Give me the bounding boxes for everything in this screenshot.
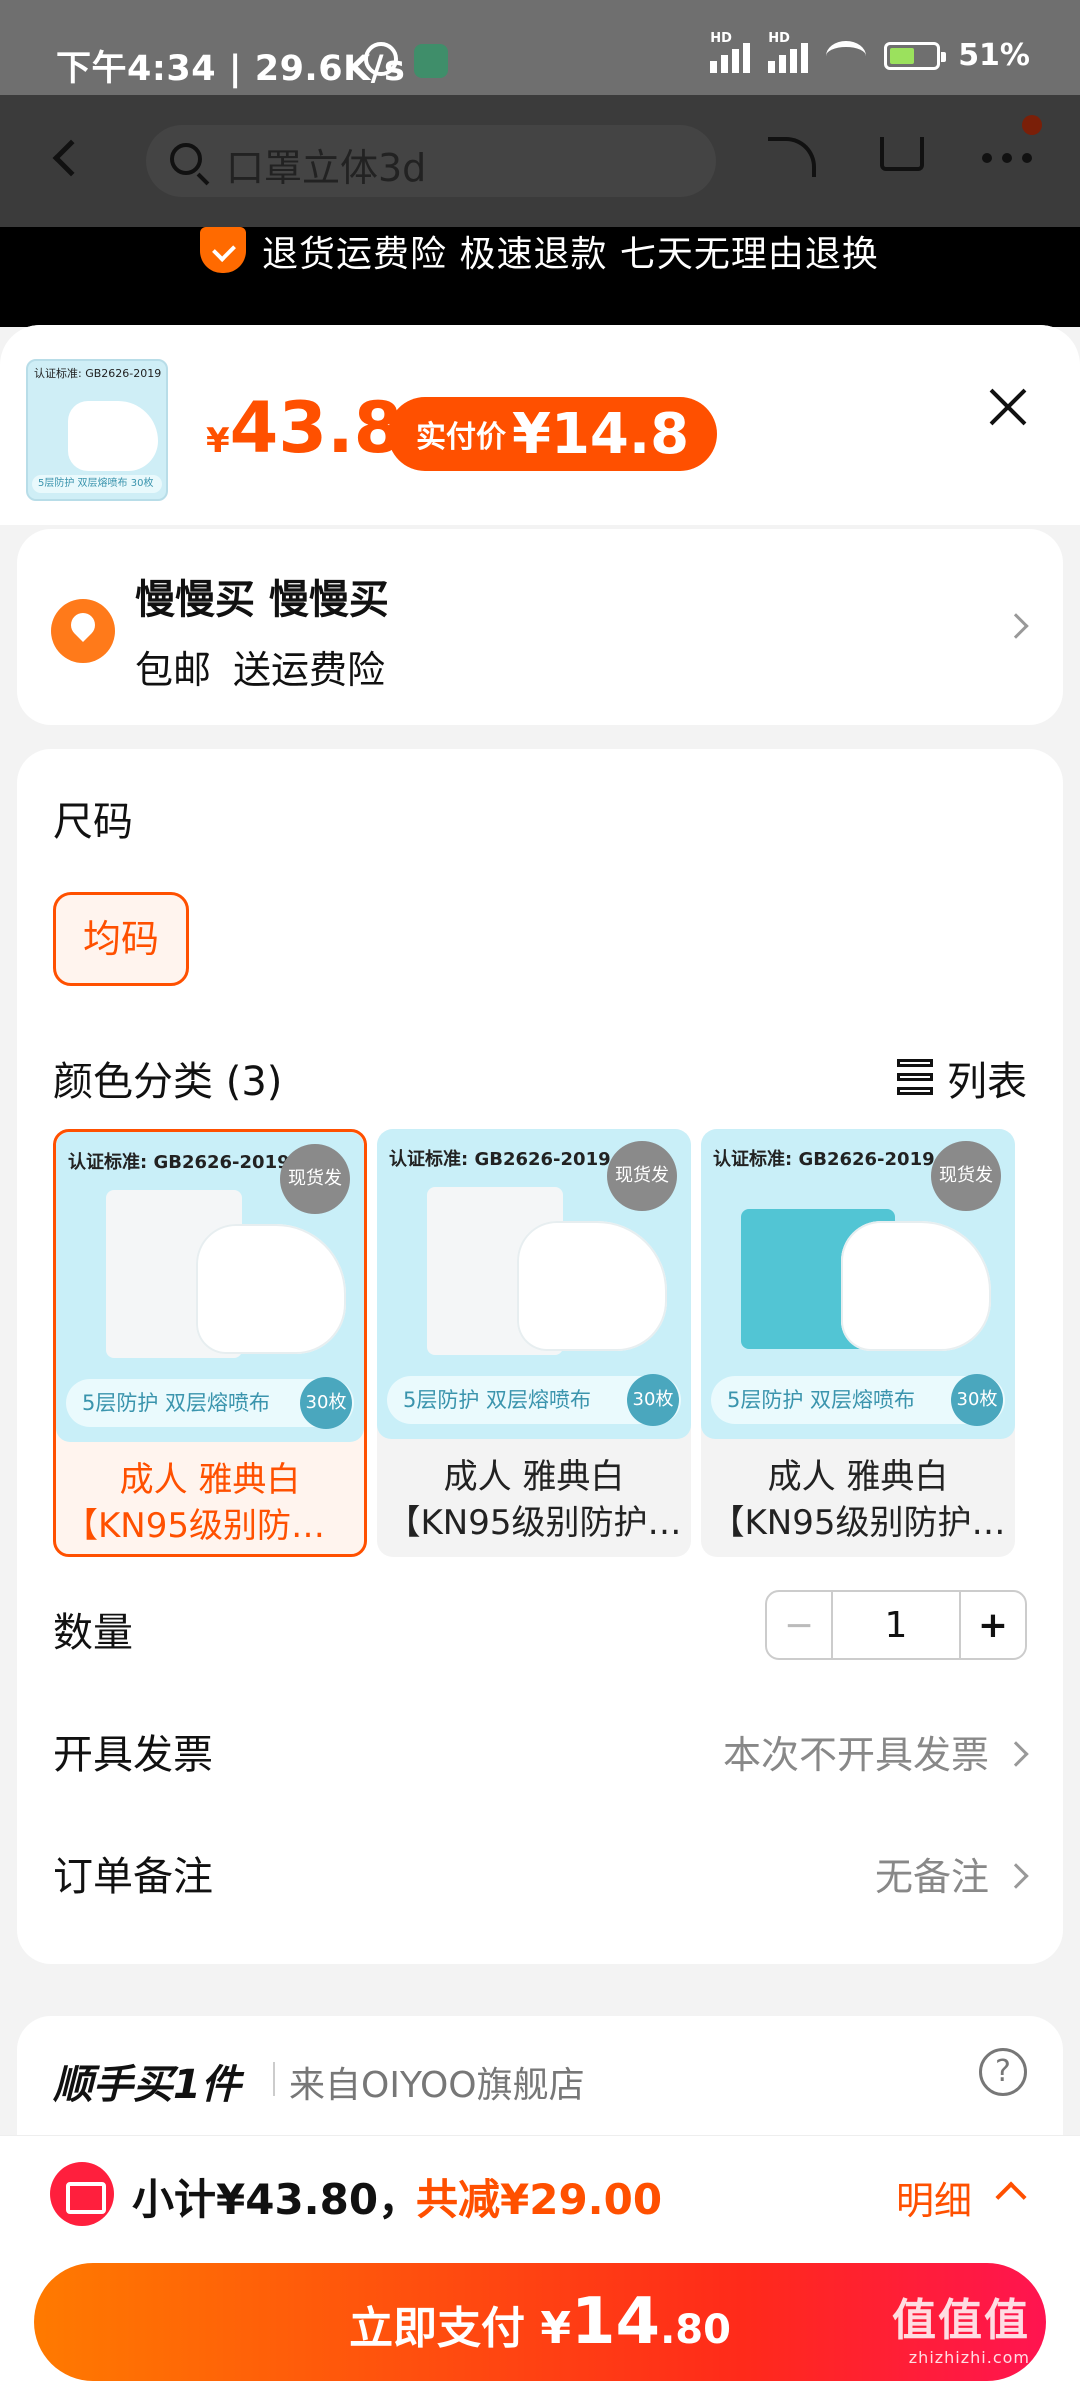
list-icon [897,1059,933,1097]
chevron-right-icon [1003,1741,1029,1767]
battery-percent: 51% [958,38,1030,73]
shield-icon [200,227,246,273]
share-icon[interactable] [768,137,816,177]
quantity-label: 数量 [53,1610,133,1656]
color-variant-2[interactable]: 认证标准: GB2626-2019 现货发 5层防护 双层熔喷布 30枚 成人 … [377,1129,691,1557]
order-note-label: 订单备注 [53,1854,213,1900]
pay-now-button[interactable]: 立即支付 ¥14.80 值值值 zhizhizhi.com [34,2263,1046,2381]
size-title: 尺码 [53,799,133,845]
mask-image [68,401,158,471]
alarm-icon [364,42,398,76]
variant-image: 认证标准: GB2626-2019 现货发 5层防护 双层熔喷布 30枚 [56,1132,364,1442]
size-option-button[interactable]: 均码 [53,892,189,986]
battery-icon [884,41,947,70]
chevron-right-icon [1003,1863,1029,1889]
quantity-value[interactable]: 1 [833,1592,959,1658]
in-stock-badge: 现货发 [607,1141,677,1211]
divider [273,2062,275,2096]
list-view-toggle[interactable]: 列表 [897,1049,1027,1107]
detail-link[interactable]: 明细 [896,2170,972,2225]
variant-image: 认证标准: GB2626-2019 现货发 5层防护 双层熔喷布 30枚 [701,1129,1015,1439]
sheet-header: 认证标准: GB2626-2019 5层防护 双层熔喷布 30枚 ¥43.8 实… [0,325,1080,525]
cart-icon[interactable] [880,137,924,171]
quantity-stepper: − 1 + [765,1590,1027,1660]
bundle-store: 来自OIYOO旗舰店 [289,2065,585,2106]
more-icon[interactable] [982,153,1032,163]
signal-icon-2: HD [768,31,809,73]
order-note-value[interactable]: 无备注 [875,1846,989,1901]
address-card[interactable]: 慢慢买 慢慢买 包邮 送运费险 [17,529,1063,725]
bundle-title: 顺手买1件 [53,2062,241,2108]
close-icon[interactable] [986,385,1030,429]
help-icon[interactable]: ? [979,2048,1027,2096]
watermark: 值值值 zhizhizhi.com [892,2295,1030,2367]
search-icon [170,143,202,175]
purchase-sheet: 认证标准: GB2626-2019 5层防护 双层熔喷布 30枚 ¥43.8 实… [0,325,1080,2400]
checkout-bar: 小计¥43.80， 共减¥29.00 明细 立即支付 ¥14.80 值值值 zhi… [0,2135,1080,2400]
search-placeholder: 口罩立体3d [226,146,427,190]
top-nav-bar: 口罩立体3d [0,95,1080,227]
subtotal-text: 小计¥43.80， [132,2175,421,2224]
color-title: 颜色分类 (3) [53,1059,283,1105]
color-variant-3[interactable]: 认证标准: GB2626-2019 现货发 5层防护 双层熔喷布 30枚 成人 … [701,1129,1015,1557]
coupon-icon [50,2162,114,2226]
in-stock-badge: 现货发 [280,1144,350,1214]
discount-text: 共减¥29.00 [416,2175,663,2224]
invoice-value[interactable]: 本次不开具发票 [723,1724,989,1779]
shipping-tags: 包邮 送运费险 [135,648,386,692]
variant-image: 认证标准: GB2626-2019 现货发 5层防护 双层熔喷布 30枚 [377,1129,691,1439]
actual-price-badge: 实付价 ¥14.8 [388,397,718,471]
recipient-name: 慢慢买 慢慢买 [135,577,389,623]
notification-dot [1022,115,1042,135]
chevron-right-icon [1003,613,1029,639]
in-stock-badge: 现货发 [931,1141,1001,1211]
promo-band: 退货运费险 极速退款 七天无理由退换 [0,227,1080,327]
location-pin-icon [51,599,115,663]
back-icon[interactable] [52,139,90,177]
promo-text: 退货运费险 极速退款 七天无理由退换 [262,234,879,275]
app-notification-icon [414,44,448,78]
color-variant-1[interactable]: 认证标准: GB2626-2019 现货发 5层防护 双层熔喷布 30枚 成人 … [53,1129,367,1557]
wifi-icon [826,40,867,71]
invoice-label: 开具发票 [53,1732,213,1778]
mask-image [841,1221,991,1351]
chevron-up-icon[interactable] [995,2181,1027,2213]
mask-image [517,1221,667,1351]
signal-icon: HD [710,31,751,73]
decrement-button[interactable]: − [767,1592,833,1658]
status-time: 下午4:34 | 29.6K/s [56,49,406,89]
spec-card: 尺码 均码 颜色分类 (3) 列表 认证标准: GB2626-2019 现货发 … [17,749,1063,1964]
product-price: ¥43.8 [206,387,403,469]
status-bar: 下午4:34 | 29.6K/s HD HD 51% [0,0,1080,95]
search-bar[interactable]: 口罩立体3d [146,125,716,197]
increment-button[interactable]: + [959,1592,1025,1658]
product-thumbnail[interactable]: 认证标准: GB2626-2019 5层防护 双层熔喷布 30枚 [26,359,168,501]
mask-image [196,1224,346,1354]
